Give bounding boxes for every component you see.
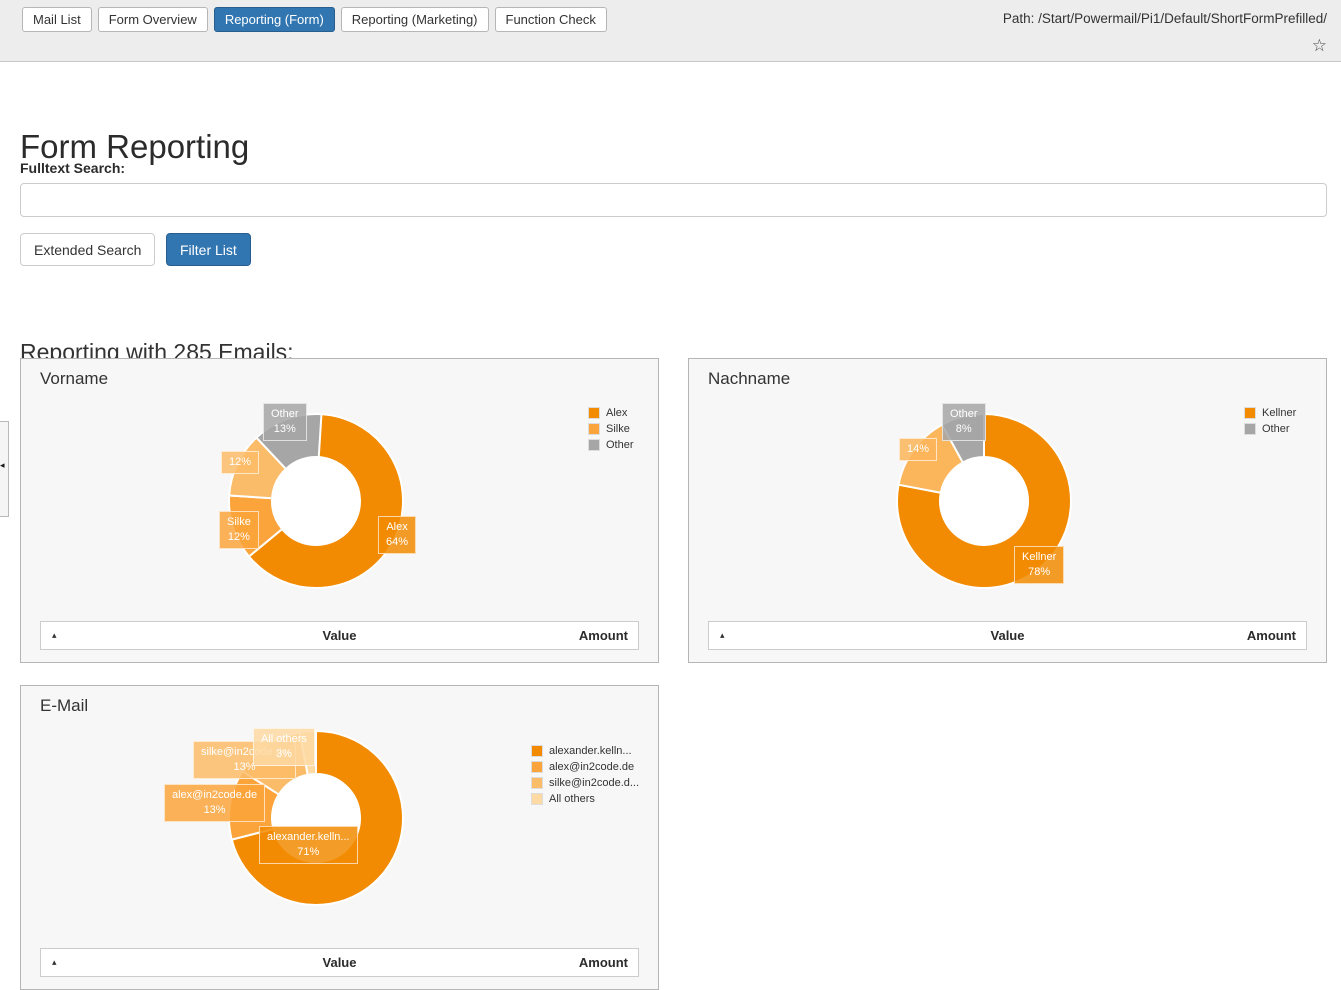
- value-column-header[interactable]: Value: [41, 628, 638, 643]
- slice-data-label: Alex64%: [378, 516, 416, 554]
- result-table-header: ▴ Value Amount: [708, 621, 1307, 650]
- donut-chart: [21, 359, 660, 619]
- top-toolbar: Mail ListForm OverviewReporting (Form)Re…: [0, 0, 1341, 62]
- filter-list-button[interactable]: Filter List: [166, 233, 251, 266]
- legend-swatch-icon: [588, 407, 600, 419]
- result-table-header: ▴ Value Amount: [40, 948, 639, 977]
- tab-mail-list[interactable]: Mail List: [22, 7, 92, 32]
- legend-item[interactable]: alex@in2code.de: [531, 759, 639, 775]
- slice-data-label: alex@in2code.de13%: [164, 784, 265, 822]
- tab-function-check[interactable]: Function Check: [495, 7, 607, 32]
- slice-data-label: 12%: [221, 451, 259, 474]
- tab-reporting-marketing[interactable]: Reporting (Marketing): [341, 7, 489, 32]
- legend-item[interactable]: All others: [531, 791, 639, 807]
- value-column-header[interactable]: Value: [41, 955, 638, 970]
- breadcrumb-path: Path: /Start/Powermail/Pi1/Default/Short…: [1003, 11, 1327, 26]
- legend-swatch-icon: [588, 439, 600, 451]
- legend-label: All others: [549, 793, 595, 805]
- legend-item[interactable]: Kellner: [1244, 405, 1296, 421]
- legend-label: Other: [606, 439, 634, 451]
- slice-data-label: All others3%: [253, 728, 315, 766]
- legend-swatch-icon: [531, 745, 543, 757]
- legend-item[interactable]: silke@in2code.d...: [531, 775, 639, 791]
- tab-form-overview[interactable]: Form Overview: [98, 7, 208, 32]
- slice-data-label: 14%: [899, 438, 937, 461]
- legend-swatch-icon: [531, 777, 543, 789]
- legend-swatch-icon: [1244, 407, 1256, 419]
- chart-panel-vorname: Vorname Alex64%Silke12%12%Other13% AlexS…: [20, 358, 659, 663]
- legend-swatch-icon: [588, 423, 600, 435]
- slice-data-label: Kellner78%: [1014, 546, 1064, 584]
- search-input[interactable]: [20, 183, 1327, 217]
- slice-data-label: Silke12%: [219, 511, 259, 549]
- extended-search-button[interactable]: Extended Search: [20, 233, 155, 266]
- legend-item[interactable]: Other: [1244, 421, 1296, 437]
- donut-chart: [689, 359, 1328, 619]
- amount-column-header[interactable]: Amount: [1247, 628, 1296, 643]
- legend-swatch-icon: [1244, 423, 1256, 435]
- value-column-header[interactable]: Value: [709, 628, 1306, 643]
- legend-label: Other: [1262, 423, 1290, 435]
- collapse-arrow-icon: ◂: [0, 461, 5, 470]
- chart-panel-email: E-Mail alexander.kelln...71%alex@in2code…: [20, 685, 659, 990]
- legend-item[interactable]: Silke: [588, 421, 634, 437]
- fulltext-search-label: Fulltext Search:: [20, 160, 125, 176]
- chart-legend: alexander.kelln... alex@in2code.de silke@i…: [531, 743, 639, 807]
- module-tabs: Mail ListForm OverviewReporting (Form)Re…: [22, 7, 607, 32]
- legend-label: alexander.kelln...: [549, 745, 632, 757]
- slice-data-label: Other13%: [263, 403, 307, 441]
- legend-item[interactable]: Alex: [588, 405, 634, 421]
- chart-panel-nachname: Nachname Kellner78%14%Other8% KellnerOth…: [688, 358, 1327, 663]
- chart-legend: Alex Silke Other: [588, 405, 634, 453]
- legend-item[interactable]: Other: [588, 437, 634, 453]
- result-table-header: ▴ Value Amount: [40, 621, 639, 650]
- sidebar-collapse-handle[interactable]: ◂: [0, 421, 9, 517]
- tab-reporting-form[interactable]: Reporting (Form): [214, 7, 335, 32]
- legend-label: Kellner: [1262, 407, 1296, 419]
- legend-swatch-icon: [531, 793, 543, 805]
- legend-label: alex@in2code.de: [549, 761, 634, 773]
- slice-data-label: Other8%: [942, 403, 986, 441]
- legend-swatch-icon: [531, 761, 543, 773]
- chart-legend: Kellner Other: [1244, 405, 1296, 437]
- bookmark-star-icon[interactable]: ☆: [1312, 36, 1327, 56]
- amount-column-header[interactable]: Amount: [579, 955, 628, 970]
- donut-chart: [21, 686, 660, 946]
- legend-label: Silke: [606, 423, 630, 435]
- amount-column-header[interactable]: Amount: [579, 628, 628, 643]
- legend-label: Alex: [606, 407, 627, 419]
- legend-label: silke@in2code.d...: [549, 777, 639, 789]
- legend-item[interactable]: alexander.kelln...: [531, 743, 639, 759]
